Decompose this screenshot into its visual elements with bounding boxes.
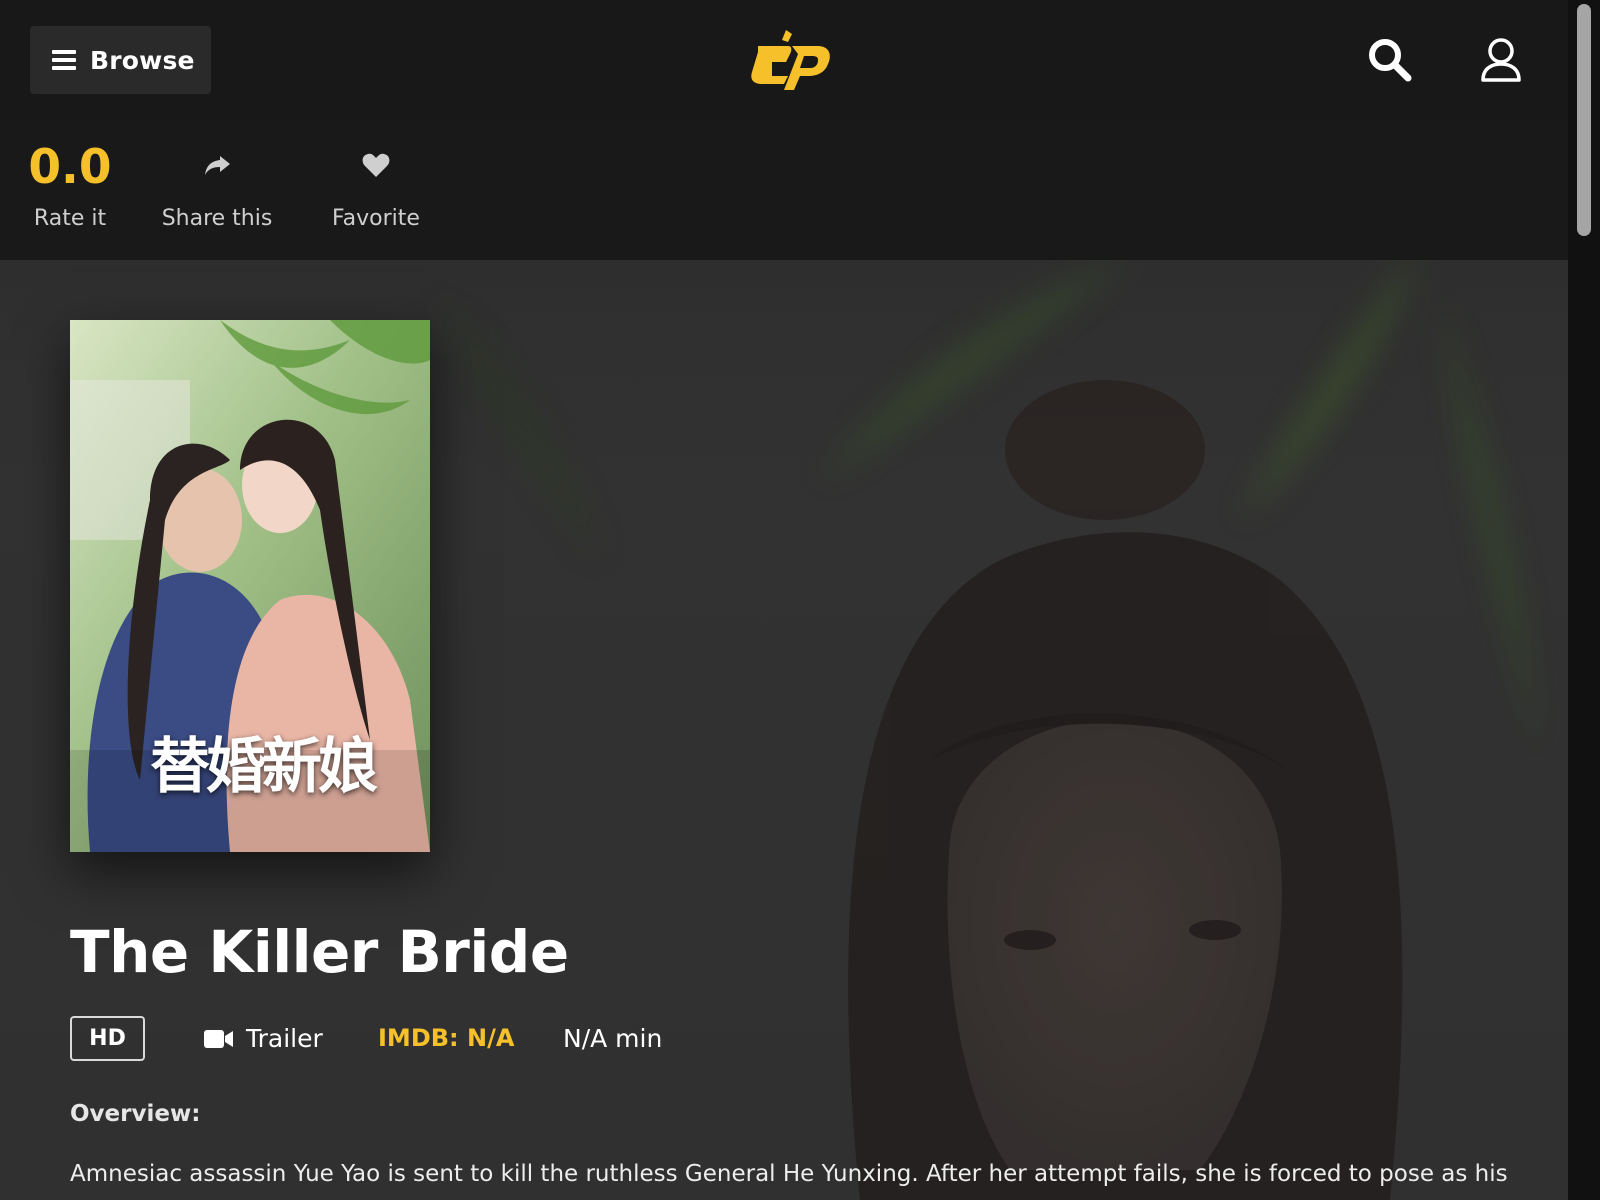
rate-label: Rate it [33, 206, 107, 231]
hamburger-icon [52, 50, 76, 70]
browse-menu-button[interactable]: Browse [30, 26, 211, 94]
action-bar: 0.0 Rate it Share this Favorite [0, 120, 1568, 260]
poster-chinese-title: 替婚新娘 [150, 732, 378, 802]
rate-button[interactable]: 0.0 Rate it [28, 120, 112, 260]
overview-heading: Overview: [70, 1101, 201, 1127]
rating-value: 0.0 [28, 140, 112, 195]
share-button[interactable]: Share this [156, 120, 278, 260]
browse-label: Browse [90, 45, 195, 75]
search-icon[interactable] [1366, 36, 1414, 84]
overview-text: Amnesiac assassin Yue Yao is sent to kil… [70, 1161, 1508, 1187]
movie-meta-row: HD Trailer IMDB: N/A N/A min [70, 1016, 770, 1062]
user-icon[interactable] [1477, 36, 1525, 84]
movie-poster: 替婚新娘 [70, 320, 430, 852]
favorite-label: Favorite [332, 206, 420, 231]
cp-logo[interactable] [748, 28, 832, 92]
movie-title: The Killer Bride [70, 918, 569, 986]
runtime: N/A min [563, 1024, 663, 1053]
scrollbar-thumb[interactable] [1577, 4, 1591, 236]
heart-icon [362, 153, 390, 177]
top-navigation-bar: Browse [0, 0, 1568, 120]
trailer-button[interactable]: Trailer [204, 1016, 323, 1061]
video-camera-icon [204, 1029, 233, 1048]
trailer-label: Trailer [246, 1024, 323, 1053]
imdb-rating: IMDB: N/A [378, 1024, 515, 1052]
favorite-button[interactable]: Favorite [316, 120, 436, 260]
share-icon [205, 156, 230, 175]
page-scrollbar[interactable] [1568, 0, 1600, 1200]
quality-badge: HD [70, 1016, 145, 1061]
share-label: Share this [161, 206, 273, 231]
